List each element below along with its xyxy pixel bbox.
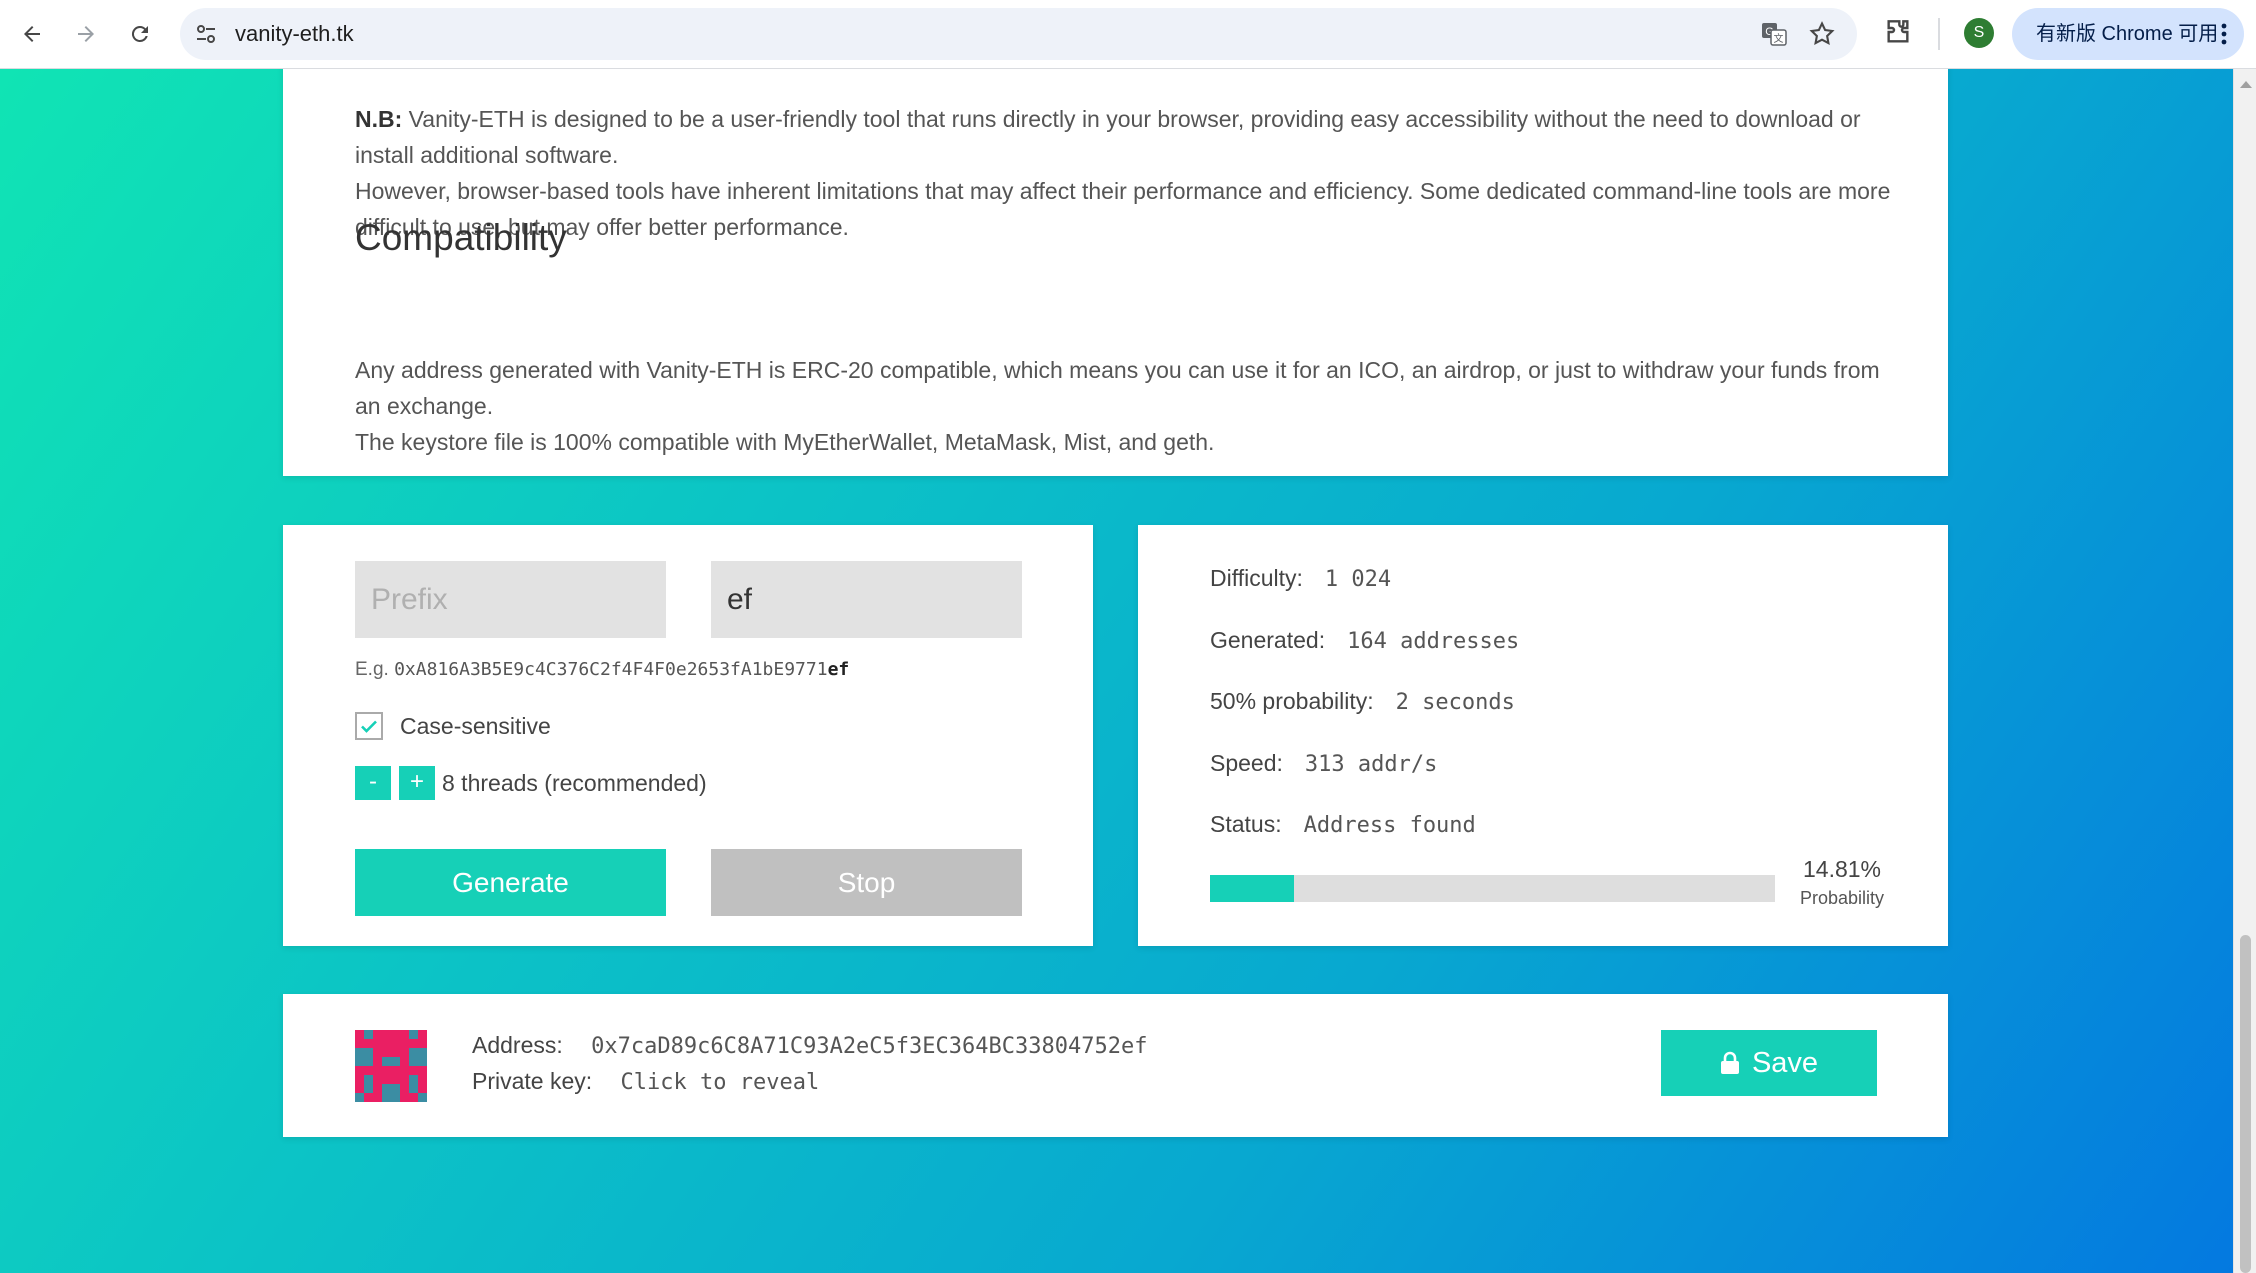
svg-text:文: 文 (1774, 32, 1784, 45)
reveal-private-key-link[interactable]: Click to reveal (621, 1070, 820, 1095)
page-scrollbar[interactable] (2233, 69, 2256, 1273)
scroll-up-arrow-icon[interactable] (2240, 81, 2252, 88)
suffix-input[interactable] (711, 561, 1022, 638)
speed-value: 313 addr/s (1304, 752, 1438, 777)
difficulty-value: 1 024 (1324, 567, 1392, 592)
example-address-body: 0xA816A3B5E9c4C376C2f4F4F0e2653fA1bE9771 (394, 659, 828, 680)
translate-icon[interactable]: G 文 (1760, 20, 1788, 48)
forward-button[interactable] (66, 14, 106, 54)
save-label: Save (1751, 1046, 1819, 1079)
probability-label: Probability (1799, 888, 1885, 908)
generated-value: 164 addresses (1347, 629, 1520, 654)
limitations-paragraph: However, browser-based tools have inhere… (355, 178, 1891, 240)
case-sensitive-checkbox[interactable] (355, 712, 383, 740)
reload-button[interactable] (120, 14, 160, 54)
probability50-label: 50% probability: (1210, 688, 1374, 714)
probability50-value: 2 seconds (1395, 690, 1515, 715)
difficulty-row: Difficulty: 1 024 (1210, 565, 1391, 592)
scroll-thumb[interactable] (2240, 935, 2251, 1273)
generated-row: Generated: 164 addresses (1210, 627, 1519, 654)
status-row: Status: Address found (1210, 811, 1476, 838)
private-key-row: Private key: Click to reveal (472, 1068, 819, 1095)
status-value: Address found (1303, 813, 1476, 838)
speed-label: Speed: (1210, 750, 1283, 776)
extensions-puzzle-icon[interactable] (1882, 16, 1914, 48)
address-value[interactable]: 0x7caD89c6C8A71C93A2eC5f3EC364BC33804752… (591, 1034, 1147, 1059)
lock-icon (1720, 1051, 1739, 1074)
case-sensitive-label[interactable]: Case-sensitive (400, 713, 551, 740)
bookmark-star-icon[interactable] (1808, 20, 1836, 48)
address-bar[interactable]: vanity-eth.tk G 文 (180, 8, 1857, 60)
probability-percent: 14.81% (1802, 856, 1881, 882)
example-address: E.g. 0xA816A3B5E9c4C376C2f4F4F0e2653fA1b… (355, 659, 849, 681)
increase-threads-button[interactable]: + (399, 766, 435, 800)
keystore-paragraph: The keystore file is 100% compatible wit… (355, 429, 1215, 455)
nb-text: Vanity-ETH is designed to be a user-frie… (355, 106, 1861, 168)
example-label: E.g. (355, 659, 389, 680)
more-vert-icon[interactable] (2214, 20, 2234, 48)
compatibility-paragraph: Any address generated with Vanity-ETH is… (355, 357, 1880, 419)
reload-icon (131, 25, 148, 42)
speed-row: Speed: 313 addr/s (1210, 750, 1437, 777)
address-label: Address: (472, 1032, 563, 1058)
result-card: Address: 0x7caD89c6C8A71C93A2eC5f3EC364B… (283, 994, 1948, 1137)
probability-progress-fill (1210, 875, 1294, 902)
statistics-card: Difficulty: 1 024 Generated: 164 addresses… (1138, 525, 1948, 946)
generated-label: Generated: (1210, 627, 1326, 653)
address-row: Address: 0x7caD89c6C8A71C93A2eC5f3EC364B… (472, 1032, 1147, 1059)
save-button[interactable]: Save (1661, 1030, 1877, 1096)
toolbar-divider (1938, 18, 1940, 50)
private-key-label: Private key: (472, 1068, 593, 1094)
stop-button[interactable]: Stop (711, 849, 1022, 916)
info-card: N.B: Vanity-ETH is designed to be a user… (283, 69, 1948, 476)
prefix-input[interactable] (355, 561, 666, 638)
probability-progress-bar (1210, 875, 1775, 902)
nb-label: N.B: (355, 106, 403, 132)
example-address-suffix: ef (827, 659, 850, 680)
address-identicon (355, 1030, 427, 1102)
compatibility-heading: Compatibility (355, 217, 567, 258)
generate-button[interactable]: Generate (355, 849, 666, 916)
nb-paragraph: N.B: Vanity-ETH is designed to be a user… (355, 101, 1895, 173)
arrow-right-icon (78, 26, 94, 42)
back-button[interactable] (12, 14, 52, 54)
update-label: 有新版 Chrome 可用 (2036, 23, 2219, 45)
page-background: N.B: Vanity-ETH is designed to be a user… (0, 69, 2233, 1273)
arrow-left-icon (24, 26, 40, 42)
difficulty-label: Difficulty: (1210, 565, 1303, 591)
status-label: Status: (1210, 811, 1282, 837)
decrease-threads-button[interactable]: - (355, 766, 391, 800)
checkmark-icon (361, 720, 377, 733)
probability50-row: 50% probability: 2 seconds (1210, 688, 1515, 715)
generator-input-card: E.g. 0xA816A3B5E9c4C376C2f4F4F0e2653fA1b… (283, 525, 1093, 946)
profile-avatar[interactable]: S (1964, 18, 1994, 48)
chrome-update-button[interactable]: 有新版 Chrome 可用 (2012, 8, 2244, 60)
threads-label: 8 threads (recommended) (442, 770, 707, 796)
url-text[interactable]: vanity-eth.tk (235, 8, 354, 60)
browser-toolbar: vanity-eth.tk G 文 S 有新版 Chrome 可用 (0, 0, 2256, 69)
site-settings-icon[interactable] (194, 22, 218, 46)
